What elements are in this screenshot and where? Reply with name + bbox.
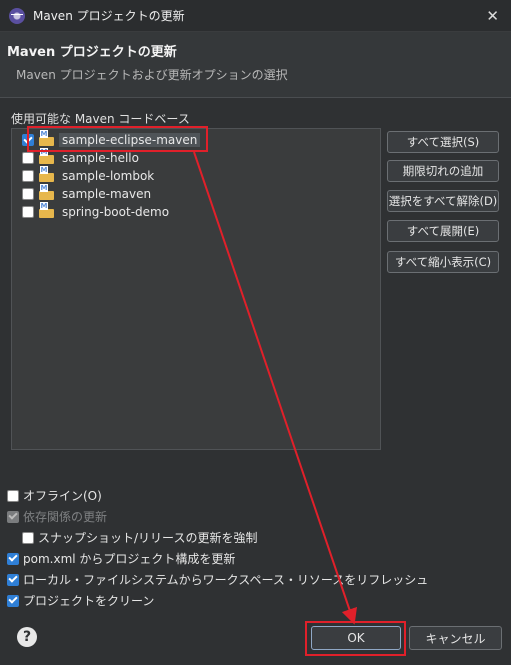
refresh-local-label: ローカル・ファイルシステムからワークスペース・リソースをリフレッシュ	[23, 573, 429, 587]
maven-project-icon	[39, 184, 55, 201]
tree-item-sample-eclipse-maven[interactable]: sample-eclipse-maven	[22, 130, 201, 149]
refresh-local-option[interactable]: ローカル・ファイルシステムからワークスペース・リソースをリフレッシュ	[7, 571, 428, 588]
update-deps-option: 依存関係の更新	[7, 508, 107, 525]
refresh-local-checkbox[interactable]	[7, 573, 19, 586]
ok-button[interactable]: OK	[311, 626, 401, 650]
clean-projects-checkbox[interactable]	[7, 594, 19, 607]
update-config-option[interactable]: pom.xml からプロジェクト構成を更新	[7, 550, 235, 567]
checkbox-sample-maven[interactable]	[22, 188, 34, 200]
add-outdated-button[interactable]: 期限切れの追加	[387, 160, 499, 182]
tree-item-sample-lombok[interactable]: sample-lombok	[22, 166, 157, 185]
tree-item-sample-maven[interactable]: sample-maven	[22, 184, 154, 203]
tree-item-sample-hello[interactable]: sample-hello	[22, 148, 142, 167]
header-subtitle: Maven プロジェクトおよび更新オプションの選択	[16, 68, 288, 82]
checkbox-sample-eclipse-maven[interactable]	[22, 134, 34, 146]
offline-option[interactable]: オフライン(O)	[7, 487, 102, 504]
deselect-all-button[interactable]: 選択をすべて解除(D)	[387, 190, 499, 212]
force-update-checkbox[interactable]	[22, 531, 34, 544]
checkbox-sample-lombok[interactable]	[22, 170, 34, 182]
clean-projects-option[interactable]: プロジェクトをクリーン	[7, 592, 154, 609]
eclipse-icon	[9, 7, 25, 24]
maven-project-icon	[39, 202, 55, 219]
force-update-option[interactable]: スナップショット/リリースの更新を強制	[22, 529, 257, 546]
tree-item-label: spring-boot-demo	[62, 205, 170, 219]
collapse-all-button[interactable]: すべて縮小表示(C)	[387, 251, 499, 273]
force-update-label: スナップショット/リリースの更新を強制	[38, 531, 258, 545]
tree-item-label: sample-hello	[62, 151, 139, 165]
maven-project-icon	[39, 166, 55, 183]
select-all-button[interactable]: すべて選択(S)	[387, 131, 499, 153]
tree-item-label: sample-eclipse-maven	[59, 133, 201, 147]
cancel-button[interactable]: キャンセル	[409, 626, 502, 650]
update-config-label: pom.xml からプロジェクト構成を更新	[23, 552, 236, 566]
help-icon[interactable]: ?	[17, 627, 37, 647]
expand-all-button[interactable]: すべて展開(E)	[387, 220, 499, 242]
offline-checkbox[interactable]	[7, 489, 19, 502]
checkbox-sample-hello[interactable]	[22, 152, 34, 164]
update-config-checkbox[interactable]	[7, 552, 19, 565]
title-bar: Maven プロジェクトの更新 ✕	[0, 0, 511, 32]
dialog-header: Maven プロジェクトの更新 Maven プロジェクトおよび更新オプションの選…	[0, 32, 511, 98]
clean-projects-label: プロジェクトをクリーン	[23, 594, 155, 608]
maven-project-icon	[39, 130, 55, 147]
maven-project-icon	[39, 148, 55, 165]
tree-item-spring-boot-demo[interactable]: spring-boot-demo	[22, 202, 172, 221]
header-title: Maven プロジェクトの更新	[7, 45, 177, 60]
tree-item-label: sample-lombok	[62, 169, 155, 183]
tree-item-label: sample-maven	[62, 187, 152, 201]
close-icon[interactable]: ✕	[486, 7, 499, 25]
checkbox-spring-boot-demo[interactable]	[22, 206, 34, 218]
update-deps-label: 依存関係の更新	[23, 510, 108, 524]
offline-label: オフライン(O)	[23, 489, 102, 503]
update-deps-checkbox	[7, 510, 19, 523]
codebase-label: 使用可能な Maven コードベース	[11, 112, 190, 126]
window-title: Maven プロジェクトの更新	[33, 9, 185, 23]
